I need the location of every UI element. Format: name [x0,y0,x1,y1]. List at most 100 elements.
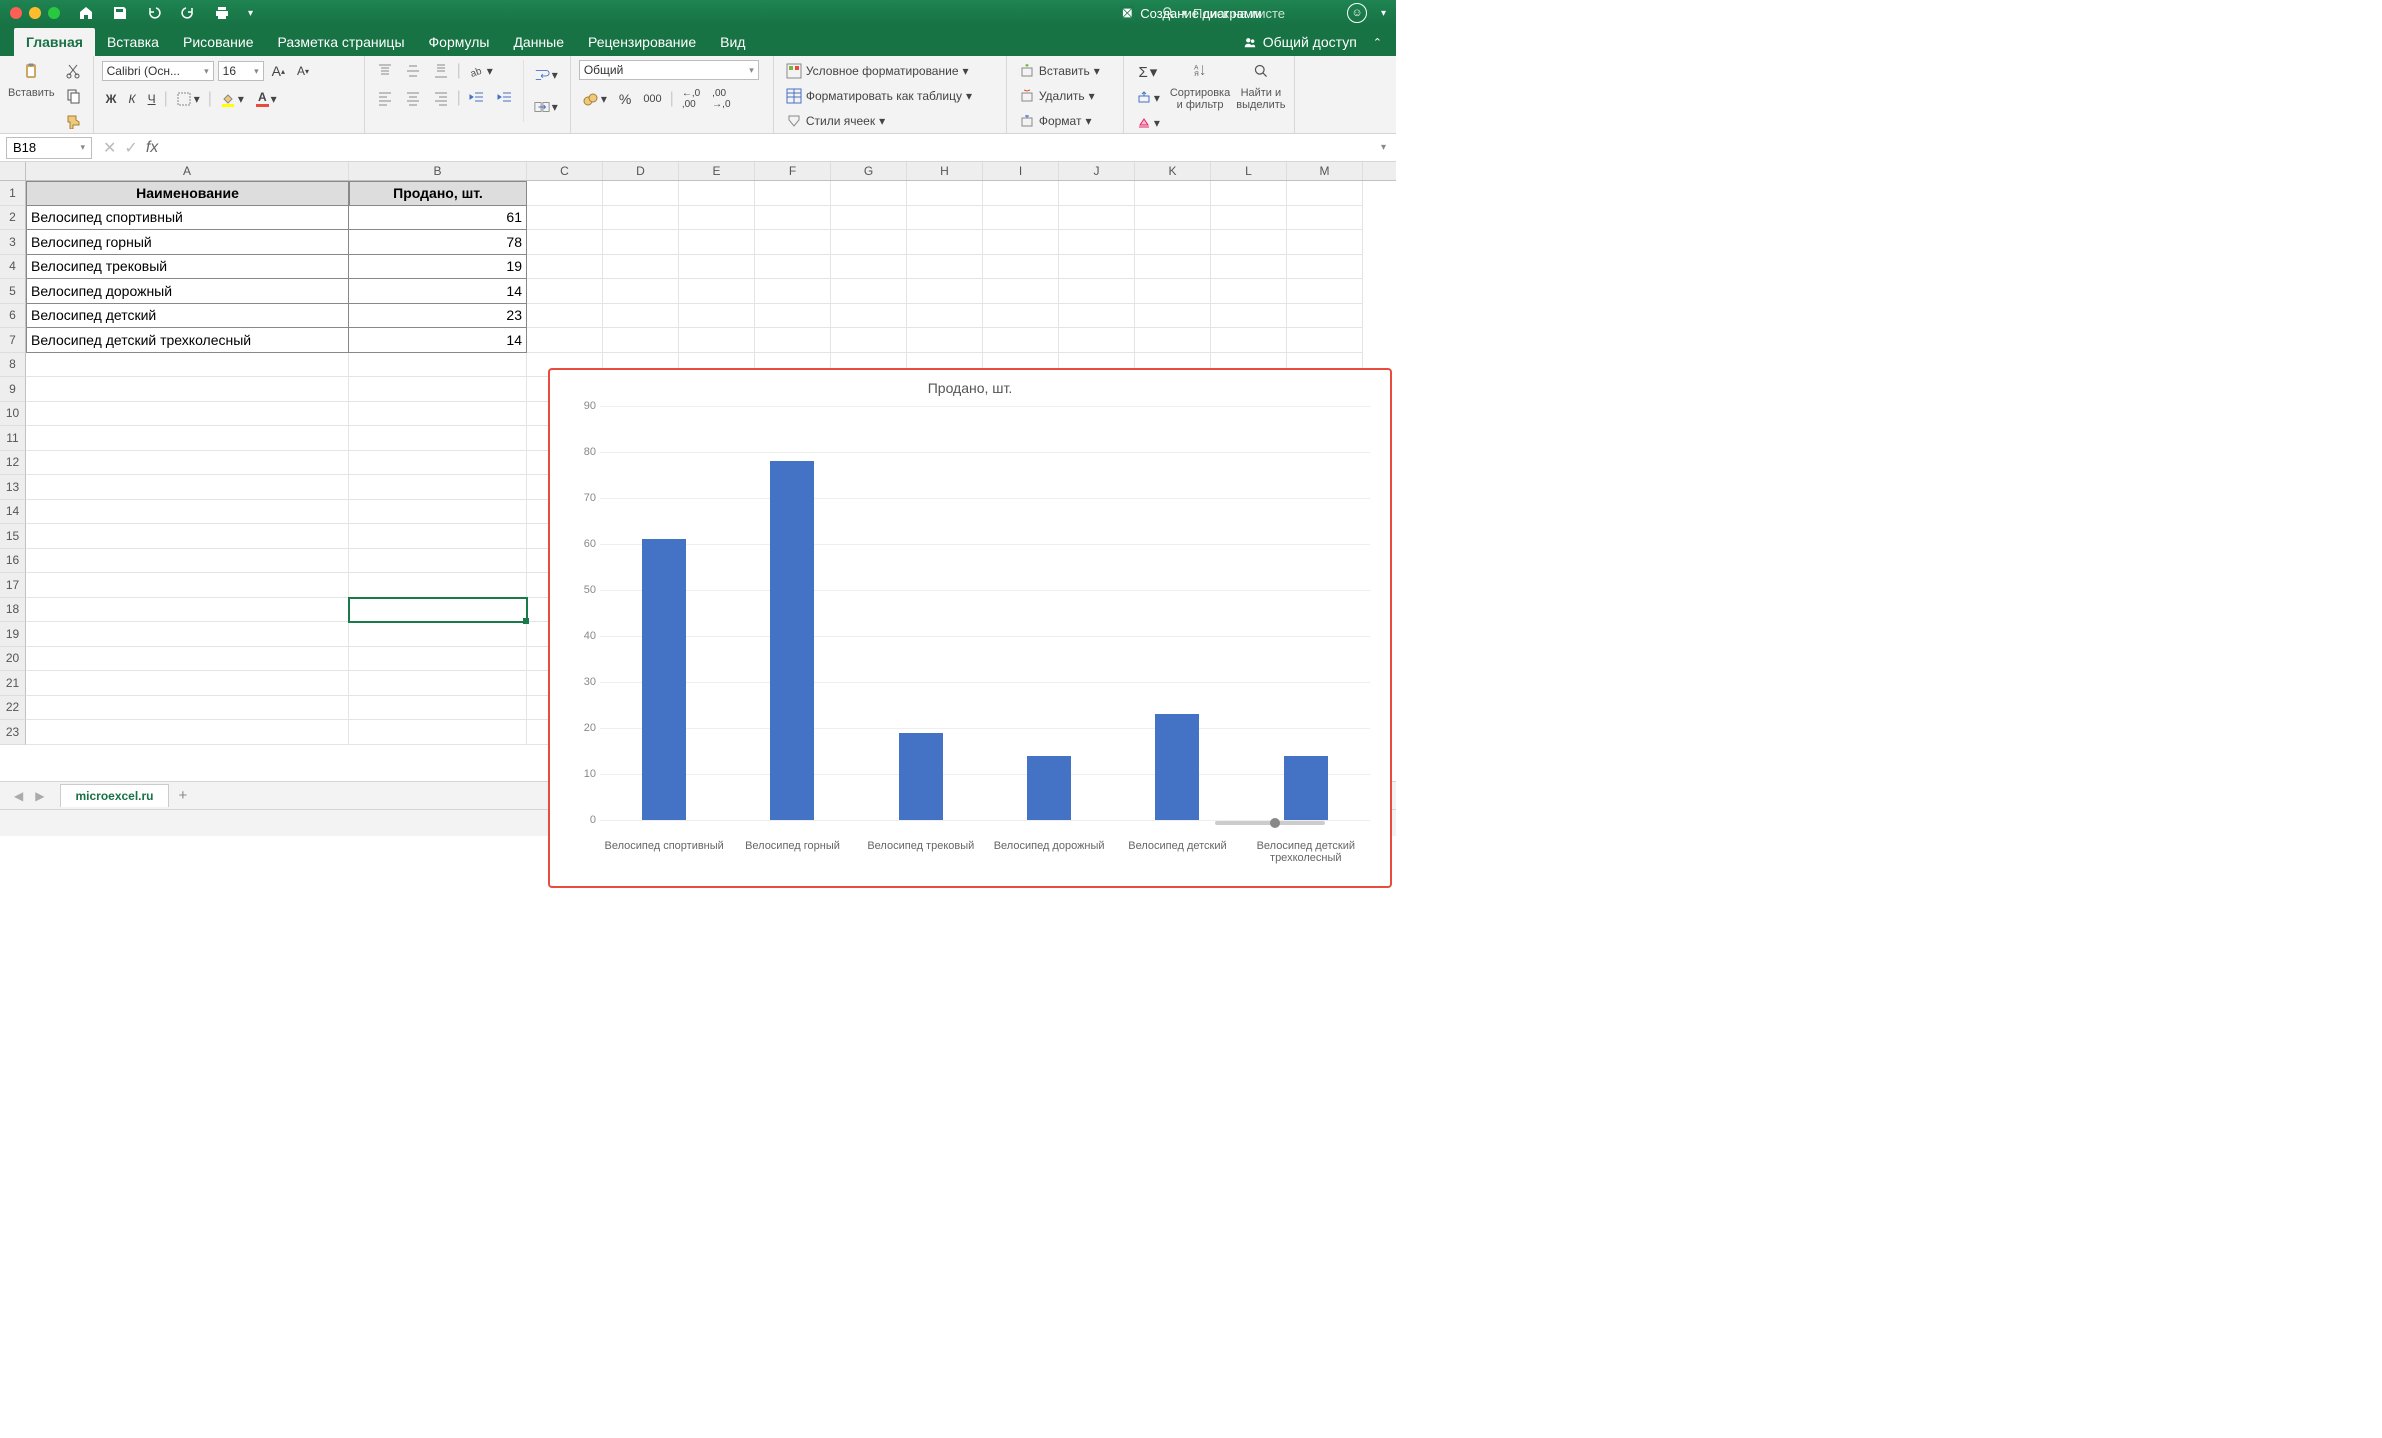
cell[interactable] [26,549,349,574]
cell[interactable] [831,230,907,255]
collapse-ribbon-icon[interactable]: ⌃ [1373,36,1382,49]
cell[interactable] [1135,230,1211,255]
column-header[interactable]: K [1135,162,1211,180]
cell[interactable]: 19 [349,255,527,280]
font-size-select[interactable]: 16▾ [218,61,264,81]
name-box[interactable]: B18▾ [6,137,92,159]
cell[interactable] [755,328,831,353]
cell[interactable]: Наименование [26,181,349,206]
autosum-icon[interactable]: Σ▾ [1132,60,1164,84]
ribbon-tab[interactable]: Вставка [95,28,171,56]
align-center-icon[interactable] [401,87,425,109]
borders-icon[interactable]: ▾ [172,88,204,110]
zoom-slider[interactable] [1215,821,1325,825]
cell[interactable] [26,524,349,549]
cell[interactable] [603,328,679,353]
cell[interactable] [26,573,349,598]
increase-font-icon[interactable]: A▴ [268,60,289,82]
cell[interactable] [1287,255,1363,280]
cell[interactable] [1211,206,1287,231]
accounting-format-icon[interactable]: ▾ [579,88,611,110]
row-header[interactable]: 20 [0,647,26,672]
cell[interactable] [26,451,349,476]
cell[interactable] [603,255,679,280]
cell[interactable] [349,402,527,427]
comma-format-icon[interactable]: 000 [639,90,665,108]
row-header[interactable]: 15 [0,524,26,549]
align-top-icon[interactable] [373,60,397,82]
cell-styles-button[interactable]: Стили ячеек▾ [782,110,998,132]
cell[interactable] [907,181,983,206]
chart-bar[interactable] [1284,756,1328,820]
save-icon[interactable] [112,5,128,21]
row-header[interactable]: 2 [0,206,26,231]
cell[interactable] [527,304,603,329]
select-all-corner[interactable] [0,162,26,180]
format-cells-button[interactable]: Формат▾ [1015,110,1115,132]
cell[interactable] [349,549,527,574]
column-header[interactable]: E [679,162,755,180]
cell[interactable] [907,279,983,304]
fill-icon[interactable]: ▾ [1132,87,1164,109]
chart-bar[interactable] [899,733,943,820]
cancel-formula-icon[interactable]: ✕ [103,138,116,158]
cell[interactable] [603,206,679,231]
next-sheet-icon[interactable]: ▶ [29,789,50,803]
cell[interactable] [349,377,527,402]
home-icon[interactable] [78,5,94,21]
cell[interactable]: 61 [349,206,527,231]
cell[interactable] [983,206,1059,231]
cell[interactable] [349,451,527,476]
cell[interactable] [1287,328,1363,353]
row-header[interactable]: 6 [0,304,26,329]
ribbon-tab[interactable]: Данные [501,28,576,56]
row-header[interactable]: 10 [0,402,26,427]
cell[interactable] [603,279,679,304]
insert-cells-button[interactable]: Вставить▾ [1015,60,1115,82]
cell[interactable] [679,304,755,329]
row-header[interactable]: 1 [0,181,26,206]
cell[interactable] [1287,279,1363,304]
column-header[interactable]: J [1059,162,1135,180]
cell[interactable] [983,255,1059,280]
ribbon-options-icon[interactable]: ▾ [1381,8,1386,19]
expand-formula-bar-icon[interactable]: ▾ [1371,142,1396,153]
percent-format-icon[interactable]: % [615,88,635,110]
cell[interactable] [349,671,527,696]
cell[interactable] [1211,230,1287,255]
cell[interactable] [527,328,603,353]
row-header[interactable]: 3 [0,230,26,255]
orientation-icon[interactable]: ab▾ [465,60,497,82]
cell[interactable]: 14 [349,279,527,304]
align-left-icon[interactable] [373,87,397,109]
cell[interactable] [755,279,831,304]
row-header[interactable]: 18 [0,598,26,623]
cell[interactable] [679,279,755,304]
cell[interactable] [831,279,907,304]
cell[interactable]: Велосипед детский трехколесный [26,328,349,353]
decrease-indent-icon[interactable] [465,87,489,109]
font-name-select[interactable]: Calibri (Осн...▾ [102,61,214,81]
cell[interactable] [527,279,603,304]
cell[interactable]: Велосипед дорожный [26,279,349,304]
row-header[interactable]: 5 [0,279,26,304]
row-header[interactable]: 8 [0,353,26,378]
cell[interactable] [603,304,679,329]
cell[interactable] [755,230,831,255]
cell[interactable] [1287,304,1363,329]
cell[interactable] [1059,255,1135,280]
chart-bar[interactable] [642,539,686,820]
cell[interactable] [755,255,831,280]
cell[interactable] [907,304,983,329]
cell[interactable] [1059,230,1135,255]
cell[interactable] [349,647,527,672]
decrease-decimal-icon[interactable]: ,00→,0 [708,85,734,113]
cell[interactable]: Велосипед детский [26,304,349,329]
cell[interactable] [679,206,755,231]
redo-icon[interactable] [180,5,196,21]
cut-icon[interactable] [61,60,85,82]
cell[interactable] [1287,206,1363,231]
clear-icon[interactable]: ▾ [1132,112,1164,134]
cell[interactable] [1211,328,1287,353]
copy-icon[interactable] [61,85,85,107]
